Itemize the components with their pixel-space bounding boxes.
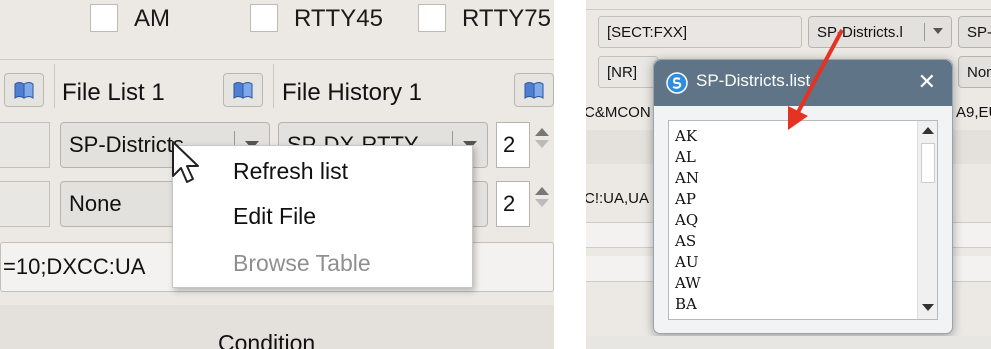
list-item[interactable]: AK bbox=[675, 127, 697, 145]
nr-field[interactable]: [NR] bbox=[598, 56, 658, 88]
list-item[interactable]: AS bbox=[675, 232, 696, 250]
list-item[interactable]: AP bbox=[675, 190, 696, 208]
row2-spin-value[interactable]: 2 bbox=[496, 181, 530, 227]
file-list-open-button[interactable] bbox=[4, 73, 44, 107]
rtty75-checkbox-label: RTTY75 bbox=[462, 5, 551, 32]
side-text-2: A9,EU bbox=[956, 104, 991, 121]
top-strip bbox=[586, 0, 991, 10]
third-combo-partial[interactable]: Non bbox=[958, 56, 991, 88]
side-text-3: C!:UA,UA bbox=[586, 190, 650, 207]
list-item[interactable]: AL bbox=[675, 148, 696, 166]
menu-item-edit-file[interactable]: Edit File bbox=[233, 203, 316, 230]
row1-spin-buttons[interactable] bbox=[532, 124, 552, 152]
rtty45-checkbox-label: RTTY45 bbox=[294, 5, 383, 32]
bottom-strip bbox=[586, 336, 991, 349]
chevron-down-icon bbox=[933, 28, 943, 34]
file-list-combo-value: SP-Districts bbox=[69, 132, 184, 157]
spin-down-icon[interactable] bbox=[535, 140, 549, 148]
am-checkbox[interactable] bbox=[90, 4, 118, 32]
row2-spin-buttons[interactable] bbox=[532, 183, 552, 211]
sect-field[interactable]: [SECT:FXX] bbox=[598, 16, 802, 48]
tab-separator bbox=[273, 64, 274, 108]
scroll-down-icon[interactable] bbox=[922, 304, 934, 311]
close-icon[interactable]: ✕ bbox=[918, 69, 936, 95]
tab-separator bbox=[54, 64, 55, 108]
file-list-combo-2-value: None bbox=[69, 191, 122, 216]
side-text-1: C&MCON bbox=[586, 104, 651, 121]
spin-down-icon[interactable] bbox=[535, 199, 549, 207]
list-item[interactable]: AQ bbox=[675, 211, 698, 229]
row-divider bbox=[0, 59, 554, 60]
mouse-cursor-icon bbox=[172, 141, 199, 183]
right-panel: [SECT:FXX] SP-Districts.l SP-l [NR] Non … bbox=[586, 0, 991, 349]
list-item[interactable]: AW bbox=[675, 274, 701, 292]
red-arrow-annotation bbox=[788, 29, 844, 130]
district-listbox[interactable]: AK AL AN AP AQ AS AU AW BA bbox=[668, 120, 938, 320]
menu-item-refresh-list[interactable]: Refresh list bbox=[233, 158, 348, 185]
list-item[interactable]: BA bbox=[675, 295, 697, 313]
tab-file-history-1[interactable]: File History 1 bbox=[282, 79, 422, 107]
app-logo-icon bbox=[666, 72, 688, 94]
third-open-button[interactable] bbox=[514, 73, 554, 107]
tab-file-list-1[interactable]: File List 1 bbox=[62, 79, 165, 107]
book-icon bbox=[14, 82, 34, 99]
row1-left-cell bbox=[0, 122, 50, 168]
left-panel: AM RTTY45 RTTY75 File List 1 File Histor… bbox=[0, 0, 554, 349]
spin-up-icon[interactable] bbox=[535, 128, 549, 136]
row1-spin-value[interactable]: 2 bbox=[496, 122, 530, 168]
listbox-scrollbar[interactable] bbox=[917, 121, 937, 319]
rtty75-checkbox[interactable] bbox=[418, 4, 446, 32]
list-item[interactable]: AN bbox=[675, 169, 699, 187]
book-icon bbox=[233, 82, 253, 99]
am-checkbox-label: AM bbox=[134, 5, 170, 32]
scroll-up-icon[interactable] bbox=[922, 127, 934, 134]
book-icon bbox=[524, 82, 544, 99]
menu-item-browse-table: Browse Table bbox=[233, 250, 371, 276]
rtty45-checkbox[interactable] bbox=[250, 4, 278, 32]
condition-label: Condition bbox=[218, 330, 316, 349]
row2-left-cell bbox=[0, 181, 50, 227]
second-combo-partial[interactable]: SP-l bbox=[958, 16, 991, 48]
spin-up-icon[interactable] bbox=[535, 187, 549, 195]
scroll-thumb[interactable] bbox=[921, 143, 935, 183]
context-menu: Refresh list Edit File Browse Table bbox=[172, 145, 473, 288]
list-item[interactable]: AU bbox=[675, 253, 698, 271]
file-history-open-button[interactable] bbox=[223, 73, 263, 107]
